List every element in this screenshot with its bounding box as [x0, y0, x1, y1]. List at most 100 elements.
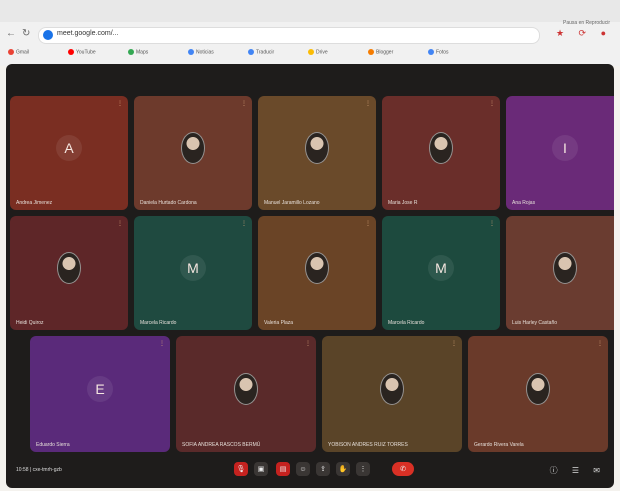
tile-mic-icon: ⋮: [613, 220, 614, 227]
tile-mic-icon: ⋮: [489, 101, 495, 107]
camera-icon: ▣: [257, 466, 265, 473]
bookmark-item[interactable]: Drive: [308, 49, 328, 55]
bookmarks-bar: Gmail YouTube Maps Noticias Traducir Drive Blo…: [0, 46, 620, 62]
participant-avatar: [234, 373, 258, 406]
end-call-icon: ✆: [400, 466, 406, 473]
participant-name: Daniela Hurtado Cardona: [140, 200, 197, 206]
participant-tile[interactable]: ⋮ SOFIA ANDREA RASCOS BERMÚ: [176, 336, 316, 452]
bookmark-item[interactable]: Gmail: [8, 49, 29, 55]
participant-tile[interactable]: E ⋮ Eduardo Sierra: [30, 336, 170, 452]
bookmark-icon: [248, 49, 254, 55]
participant-tile[interactable]: ⋮ Luis Harley Castaño: [506, 216, 614, 330]
more-icon: ⋮: [359, 466, 367, 473]
participant-initial: M: [180, 255, 206, 282]
address-row: ← ↻ meet.google.com/... ★ ⟳ ●: [0, 24, 620, 46]
camera-button[interactable]: ▣: [254, 462, 268, 476]
bookmark-icon: [128, 49, 134, 55]
tile-mic-icon: ⋮: [117, 221, 123, 227]
meeting-code: 10:58 | cxe-tmrh-gzb: [16, 467, 62, 473]
participant-name: Ana Rojas: [512, 200, 536, 206]
bookmark-label: Maps: [136, 49, 149, 56]
participant-name: Andrea Jimenez: [16, 200, 53, 206]
tile-mic-icon: ⋮: [489, 221, 495, 227]
extension-icons[interactable]: ★ ⟳ ●: [556, 28, 612, 39]
back-icon[interactable]: ←: [6, 28, 16, 39]
bookmark-item[interactable]: YouTube: [68, 49, 96, 55]
participant-name: Heidi Quiroz: [16, 320, 44, 326]
emoji-icon: ☺: [299, 465, 307, 473]
tile-mic-icon: ⋮: [241, 221, 247, 227]
participant-name: Eduardo Sierra: [36, 442, 70, 448]
tile-mic-icon: ⋮: [365, 101, 371, 107]
end-call-button[interactable]: ✆: [392, 462, 414, 476]
tile-mic-icon: ⋮: [365, 221, 371, 227]
participant-name: Marcela Ricardo: [388, 320, 425, 326]
participant-tile[interactable]: ⋮ Maria Jose R: [382, 96, 500, 210]
participant-initial: M: [428, 255, 454, 282]
participant-tile[interactable]: A ⋮ Andrea Jimenez: [10, 96, 128, 210]
participant-tile[interactable]: ⋮ YOBISON ANDRES RUIZ TORRES: [322, 336, 462, 452]
bookmark-icon: [68, 49, 74, 55]
bookmark-item[interactable]: Blogger: [368, 49, 393, 55]
bookmark-icon: [428, 49, 434, 55]
participant-avatar: [305, 252, 329, 285]
participant-tile[interactable]: ⋮ Valeria Plaza: [258, 216, 376, 330]
bookmark-icon: [188, 49, 194, 55]
reload-icon[interactable]: ↻: [22, 28, 30, 39]
tile-mic-icon: ⋮: [117, 101, 123, 107]
participant-name: Luis Harley Castaño: [512, 320, 558, 326]
side-panel-icons[interactable]: ⓘ ☰ ✉: [550, 465, 606, 476]
bookmark-icon: [368, 49, 374, 55]
raise-hand-icon: ✋: [338, 466, 348, 473]
url-text: meet.google.com/...: [57, 30, 119, 37]
participant-tile[interactable]: ⋮ Manuel Jaramillo Lozano: [258, 96, 376, 210]
participant-initial: A: [56, 135, 82, 162]
bookmark-item[interactable]: Maps: [128, 49, 148, 55]
tab-strip: [0, 0, 620, 22]
more-button[interactable]: ⋮: [356, 462, 370, 476]
tile-mic-icon: ⋮: [305, 341, 311, 347]
bookmark-icon: [308, 49, 314, 55]
participant-avatar: [305, 132, 329, 165]
bookmark-label: Drive: [316, 49, 328, 56]
participant-tile[interactable]: ⋮ Gerardo Rivera Varela: [468, 336, 608, 452]
participant-name: YOBISON ANDRES RUIZ TORRES: [328, 442, 408, 448]
participant-name: Marcela Ricardo: [140, 320, 177, 326]
participant-initial: E: [87, 376, 113, 403]
captions-button[interactable]: ▤: [276, 462, 290, 476]
bookmark-item[interactable]: Noticias: [188, 49, 214, 55]
participant-name: Manuel Jaramillo Lozano: [264, 200, 320, 206]
participant-tile[interactable]: I ⋮ Ana Rojas: [506, 96, 614, 210]
bookmark-label: Blogger: [376, 49, 394, 56]
captions-icon: ▤: [279, 466, 287, 473]
bookmark-icon: [8, 49, 14, 55]
participant-tile[interactable]: M ⋮ Marcela Ricardo: [134, 216, 252, 330]
participant-avatar: [526, 373, 550, 406]
participant-avatar: [553, 252, 577, 285]
participant-tile[interactable]: ⋮ Daniela Hurtado Cardona: [134, 96, 252, 210]
bookmark-item[interactable]: Fotos: [428, 49, 449, 55]
control-bar: 10:58 | cxe-tmrh-gzb 🎙 ▣ ▤ ☺ ⇪ ✋ ⋮ ✆ ⓘ ☰…: [6, 454, 614, 488]
participant-avatar: [429, 132, 453, 165]
bookmark-label: Fotos: [436, 49, 449, 56]
mic-button[interactable]: 🎙: [234, 462, 248, 476]
emoji-button[interactable]: ☺: [296, 462, 310, 476]
participant-tile[interactable]: M ⋮ Marcela Ricardo: [382, 216, 500, 330]
tile-mic-icon: ⋮: [597, 341, 603, 347]
participant-name: Valeria Plaza: [264, 320, 294, 326]
participant-tile[interactable]: ⋮ Heidi Quiroz: [10, 216, 128, 330]
address-bar[interactable]: meet.google.com/...: [38, 27, 540, 44]
participant-name: Maria Jose R: [388, 200, 418, 206]
participant-avatar: [181, 132, 205, 165]
bookmark-label: Gmail: [16, 49, 30, 56]
meet-stage: A ⋮ Andrea Jimenez ⋮ Daniela Hurtado Cardona…: [6, 64, 614, 488]
hand-button[interactable]: ✋: [336, 462, 350, 476]
bookmark-label: Traducir: [256, 49, 275, 56]
tile-mic-icon: ⋮: [159, 341, 165, 347]
tile-mic-icon: ⋮: [241, 101, 247, 107]
tile-mic-icon: ⋮: [451, 341, 457, 347]
participant-name: SOFIA ANDREA RASCOS BERMÚ: [182, 442, 261, 448]
present-button[interactable]: ⇪: [316, 462, 330, 476]
bookmark-item[interactable]: Traducir: [248, 49, 274, 55]
bookmark-label: YouTube: [76, 49, 96, 56]
